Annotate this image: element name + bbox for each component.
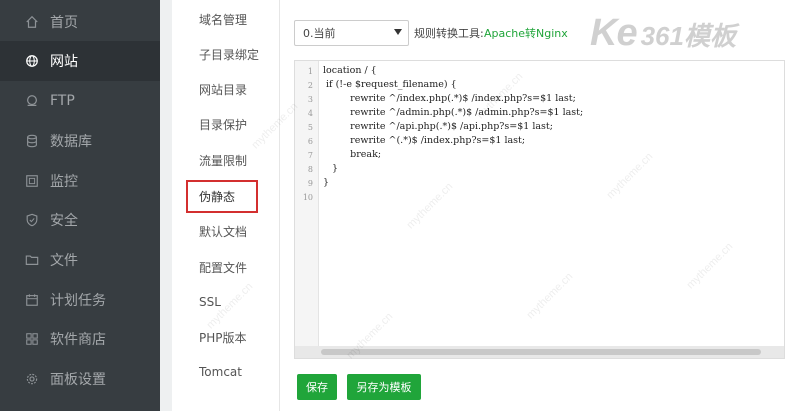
- rewrite-template-select[interactable]: 0.当前: [294, 20, 409, 46]
- line-number: 6: [307, 137, 313, 146]
- code-line: }: [323, 177, 330, 188]
- tab-ssl[interactable]: SSL: [172, 285, 280, 319]
- tab-default-document[interactable]: 默认文档: [172, 214, 280, 248]
- sidebar-item-panel-settings[interactable]: 面板设置: [0, 359, 160, 399]
- tab-tomcat[interactable]: Tomcat: [172, 355, 280, 389]
- sidebar-item-ftp[interactable]: FTP: [0, 81, 160, 121]
- home-icon: [24, 14, 40, 30]
- tab-subdirectory-binding[interactable]: 子目录绑定: [172, 37, 280, 71]
- sidebar-item-files[interactable]: 文件: [0, 240, 160, 280]
- tab-traffic-limit[interactable]: 流量限制: [172, 143, 280, 177]
- sidebar-divider: [160, 0, 172, 411]
- database-icon: [24, 133, 40, 149]
- code-line: location / {: [323, 65, 377, 76]
- sidebar-item-label: 网站: [50, 54, 78, 70]
- sidebar-item-home[interactable]: 首页: [0, 2, 160, 42]
- code-line: rewrite ^/api.php(.*)$ /api.php?s=$1 las…: [323, 121, 553, 132]
- sidebar-item-monitor[interactable]: 监控: [0, 161, 160, 201]
- globe-icon: [24, 53, 40, 69]
- line-number: 4: [307, 109, 313, 118]
- code-line: rewrite ^(.*)$ /index.php?s=$1 last;: [323, 135, 526, 146]
- code-line: rewrite ^/admin.php(.*)$ /admin.php?s=$1…: [323, 107, 584, 118]
- tab-directory-protection[interactable]: 目录保护: [172, 107, 280, 141]
- horizontal-scrollbar[interactable]: [295, 346, 784, 358]
- tab-config-file[interactable]: 配置文件: [172, 250, 280, 284]
- tab-domain-management[interactable]: 域名管理: [172, 2, 280, 36]
- line-number: 2: [307, 81, 313, 90]
- line-number: 1: [307, 67, 313, 76]
- sidebar-item-security[interactable]: 安全: [0, 200, 160, 240]
- select-value: 0.当前: [303, 27, 336, 40]
- sidebar-item-app-store[interactable]: 软件商店: [0, 319, 160, 359]
- sidebar-item-label: 安全: [50, 213, 78, 229]
- folder-icon: [24, 252, 40, 268]
- sidebar-item-label: 软件商店: [50, 332, 106, 348]
- line-number: 7: [307, 151, 313, 160]
- tab-site-directory[interactable]: 网站目录: [172, 72, 280, 106]
- sidebar-item-label: 计划任务: [50, 293, 106, 309]
- code-line: break;: [323, 149, 382, 160]
- monitor-icon: [24, 173, 40, 189]
- line-number-gutter: 1 2 3 4 5 6 7 8 9 10: [295, 61, 319, 346]
- sidebar-item-label: 数据库: [50, 134, 92, 150]
- tab-php-version[interactable]: PHP版本: [172, 320, 280, 354]
- line-number: 9: [307, 179, 313, 188]
- shield-icon: [24, 212, 40, 228]
- sidebar-item-website[interactable]: 网站: [0, 41, 160, 81]
- rule-converter-label: 规则转换工具:: [414, 27, 484, 40]
- sidebar-item-label: 监控: [50, 174, 78, 190]
- sidebar-item-database[interactable]: 数据库: [0, 121, 160, 161]
- line-number: 8: [307, 165, 313, 174]
- active-tab-highlight: [186, 180, 258, 213]
- line-number: 3: [307, 95, 313, 104]
- sidebar-item-label: FTP: [50, 93, 75, 109]
- sidebar-item-cron[interactable]: 计划任务: [0, 280, 160, 320]
- calendar-icon: [24, 292, 40, 308]
- main-sidebar: 首页 网站 FTP 数据库 监控 安全 文件 计划任务 软件商店 面板设置: [0, 0, 160, 411]
- save-as-template-button[interactable]: 另存为模板: [347, 374, 421, 400]
- line-number: 5: [307, 123, 313, 132]
- apps-icon: [24, 331, 40, 347]
- code-line: rewrite ^/index.php(.*)$ /index.php?s=$1…: [323, 93, 576, 104]
- gear-icon: [24, 371, 40, 387]
- scrollbar-thumb[interactable]: [321, 349, 761, 355]
- chevron-down-icon: [394, 29, 402, 35]
- ftp-icon: [24, 93, 40, 109]
- apache-to-nginx-link[interactable]: Apache转Nginx: [484, 25, 568, 41]
- code-line: if (!-e $request_filename) {: [323, 79, 457, 90]
- rewrite-code-editor[interactable]: 1 2 3 4 5 6 7 8 9 10 location / { if (!-…: [294, 60, 785, 359]
- save-button[interactable]: 保存: [297, 374, 337, 400]
- sidebar-item-label: 首页: [50, 15, 78, 31]
- line-number: 10: [302, 193, 313, 202]
- sidebar-item-label: 文件: [50, 253, 78, 269]
- code-line: }: [323, 163, 339, 174]
- sidebar-item-label: 面板设置: [50, 372, 106, 388]
